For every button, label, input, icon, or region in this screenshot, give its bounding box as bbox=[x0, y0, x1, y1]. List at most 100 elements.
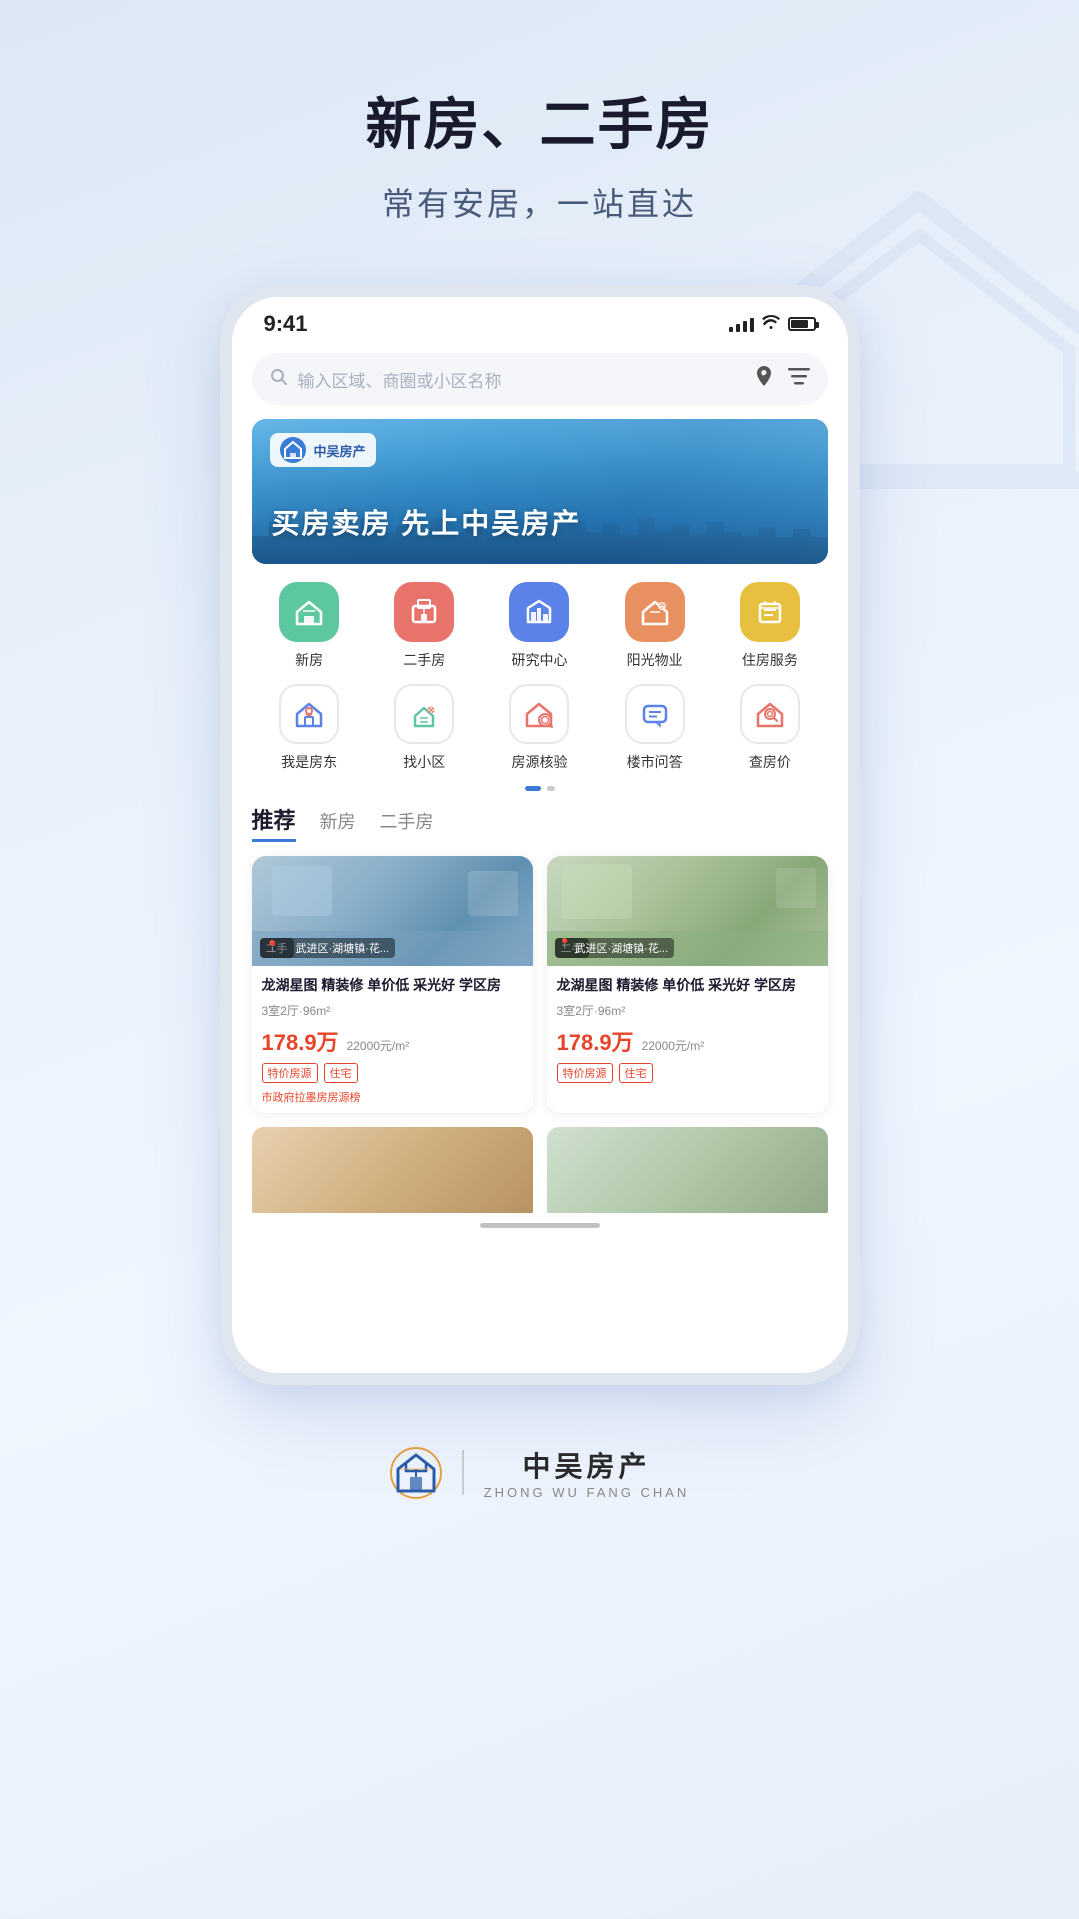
card-1-tag-1: 特价房源 bbox=[262, 1063, 318, 1083]
card-1-body: 龙湖星图 精装修 单价低 采光好 学区房 3室2厅·96m² 178.9万 22… bbox=[252, 966, 533, 1113]
nav-icon-market-qa[interactable]: 楼市问答 bbox=[605, 684, 705, 772]
nav-icon-second-hand[interactable]: 二手房 bbox=[374, 582, 474, 670]
banner-logo: 中吴房产 bbox=[270, 433, 376, 467]
nav-icon-market-qa-label: 楼市问答 bbox=[627, 752, 683, 772]
hero-title: 新房、二手房 bbox=[366, 80, 714, 161]
search-right-icons bbox=[754, 365, 810, 393]
nav-icon-sunshine-circle bbox=[625, 582, 685, 642]
cards-row-partial bbox=[232, 1113, 848, 1213]
nav-icon-sunshine-label: 阳光物业 bbox=[627, 650, 683, 670]
hero-subtitle: 常有安居，一站直达 bbox=[382, 179, 697, 225]
nav-icon-find-community-label: 找小区 bbox=[403, 752, 445, 772]
nav-icon-landlord-label: 我是房东 bbox=[281, 752, 337, 772]
card-2-price-row: 178.9万 22000元/m² bbox=[557, 1025, 818, 1057]
nav-icon-new-house-circle bbox=[279, 582, 339, 642]
dot-inactive bbox=[547, 786, 555, 791]
search-placeholder-text: 输入区域、商圈或小区名称 bbox=[298, 367, 744, 392]
nav-icon-second-hand-label: 二手房 bbox=[403, 650, 445, 670]
status-icons bbox=[729, 315, 816, 334]
phone-frame: 9:41 输入区域、商圈或小区名称 bbox=[220, 285, 860, 1385]
banner-logo-text: 中吴房产 bbox=[314, 441, 366, 460]
icon-row-2: 我是房东 找小区 房源核验 bbox=[252, 684, 828, 772]
card-1-note: 市政府拉墨房房源榜 bbox=[262, 1089, 523, 1105]
nav-icon-verify-source-label: 房源核验 bbox=[511, 752, 567, 772]
card-2-unit: 22000元/m² bbox=[642, 1037, 705, 1054]
card-image-2: 二手 📍武进区·湖塘镇·花... bbox=[547, 856, 828, 966]
card-2-tags: 特价房源 住宅 bbox=[557, 1063, 818, 1083]
nav-icon-housing-service[interactable]: 住房服务 bbox=[720, 582, 820, 670]
tab-recommend[interactable]: 推荐 bbox=[252, 803, 296, 842]
nav-icon-find-community[interactable]: 找小区 bbox=[374, 684, 474, 772]
banner[interactable]: 中吴房产 买房卖房 先上中吴房产 bbox=[252, 419, 828, 564]
nav-icon-housing-service-label: 住房服务 bbox=[742, 650, 798, 670]
pagination-dots bbox=[232, 786, 848, 791]
tab-new-house[interactable]: 新房 bbox=[320, 808, 356, 838]
location-icon[interactable] bbox=[754, 365, 774, 393]
nav-icon-check-price[interactable]: 查房价 bbox=[720, 684, 820, 772]
footer-brand-cn: 中吴房产 bbox=[522, 1445, 650, 1485]
card-1-tag-2: 住宅 bbox=[324, 1063, 358, 1083]
card-image-1: 二手 📍武进区·湖塘镇·花... bbox=[252, 856, 533, 966]
tab-second-hand[interactable]: 二手房 bbox=[380, 808, 434, 838]
nav-icon-market-qa-circle bbox=[625, 684, 685, 744]
nav-icon-research[interactable]: 研究中心 bbox=[489, 582, 589, 670]
signal-icon bbox=[729, 316, 754, 332]
nav-icon-research-label: 研究中心 bbox=[511, 650, 567, 670]
nav-icon-find-community-circle bbox=[394, 684, 454, 744]
footer-brand-en: ZHONG WU FANG CHAN bbox=[484, 1485, 690, 1500]
dot-active bbox=[525, 786, 541, 791]
partial-card-2 bbox=[547, 1127, 828, 1213]
property-card-2[interactable]: 二手 📍武进区·湖塘镇·花... 龙湖星图 精装修 单价低 采光好 学区房 3室… bbox=[547, 856, 828, 1113]
hero-section: 新房、二手房 常有安居，一站直达 bbox=[0, 0, 1079, 225]
nav-icon-second-hand-circle bbox=[394, 582, 454, 642]
status-time: 9:41 bbox=[264, 311, 308, 337]
card-1-unit: 22000元/m² bbox=[347, 1037, 410, 1054]
card-1-specs: 3室2厅·96m² bbox=[262, 1002, 523, 1019]
icon-row-1: 新房 二手房 研究中心 bbox=[252, 582, 828, 670]
footer-divider bbox=[462, 1450, 464, 1495]
tabs-section: 推荐 新房 二手房 bbox=[232, 803, 848, 842]
footer-logo-svg bbox=[390, 1447, 442, 1499]
nav-icon-landlord[interactable]: 我是房东 bbox=[259, 684, 359, 772]
nav-icon-check-price-circle bbox=[740, 684, 800, 744]
nav-icon-research-circle bbox=[509, 582, 569, 642]
status-bar: 9:41 bbox=[232, 297, 848, 345]
nav-icon-sunshine[interactable]: 阳光物业 bbox=[605, 582, 705, 670]
search-icon bbox=[270, 368, 288, 391]
nav-icon-housing-service-circle bbox=[740, 582, 800, 642]
banner-slogan: 买房卖房 先上中吴房产 bbox=[272, 502, 808, 542]
phone-mockup: 9:41 输入区域、商圈或小区名称 bbox=[220, 285, 860, 1385]
footer-logo: 中吴房产 ZHONG WU FANG CHAN bbox=[390, 1445, 690, 1500]
nav-icon-verify-source-circle bbox=[509, 684, 569, 744]
card-2-tag-1: 特价房源 bbox=[557, 1063, 613, 1083]
card-2-body: 龙湖星图 精装修 单价低 采光好 学区房 3室2厅·96m² 178.9万 22… bbox=[547, 966, 828, 1091]
nav-icon-check-price-label: 查房价 bbox=[749, 752, 791, 772]
card-2-location: 📍武进区·湖塘镇·花... bbox=[555, 938, 675, 958]
card-1-location: 📍武进区·湖塘镇·花... bbox=[260, 938, 396, 958]
card-2-title: 龙湖星图 精装修 单价低 采光好 学区房 bbox=[557, 976, 818, 996]
property-cards-row: 二手 📍武进区·湖塘镇·花... 龙湖星图 精装修 单价低 采光好 学区房 3室… bbox=[232, 856, 848, 1113]
menu-icon[interactable] bbox=[788, 367, 810, 391]
nav-icon-landlord-circle bbox=[279, 684, 339, 744]
nav-icon-new-house[interactable]: 新房 bbox=[259, 582, 359, 670]
card-2-tag-2: 住宅 bbox=[619, 1063, 653, 1083]
banner-logo-icon bbox=[280, 437, 306, 463]
search-bar[interactable]: 输入区域、商圈或小区名称 bbox=[252, 353, 828, 405]
nav-icon-new-house-label: 新房 bbox=[295, 650, 323, 670]
card-2-specs: 3室2厅·96m² bbox=[557, 1002, 818, 1019]
wifi-icon bbox=[762, 315, 780, 334]
card-1-title: 龙湖星图 精装修 单价低 采光好 学区房 bbox=[262, 976, 523, 996]
card-1-price-row: 178.9万 22000元/m² bbox=[262, 1025, 523, 1057]
footer-logo-text: 中吴房产 ZHONG WU FANG CHAN bbox=[484, 1445, 690, 1500]
card-1-price: 178.9万 bbox=[262, 1025, 339, 1057]
page-footer: 中吴房产 ZHONG WU FANG CHAN bbox=[390, 1445, 690, 1560]
battery-icon bbox=[788, 317, 816, 331]
partial-card-1 bbox=[252, 1127, 533, 1213]
icon-grid: 新房 二手房 研究中心 bbox=[232, 564, 848, 772]
tabs-header: 推荐 新房 二手房 bbox=[252, 803, 828, 842]
scroll-indicator bbox=[232, 1213, 848, 1236]
card-1-tags: 特价房源 住宅 bbox=[262, 1063, 523, 1083]
nav-icon-verify-source[interactable]: 房源核验 bbox=[489, 684, 589, 772]
card-2-price: 178.9万 bbox=[557, 1025, 634, 1057]
property-card-1[interactable]: 二手 📍武进区·湖塘镇·花... 龙湖星图 精装修 单价低 采光好 学区房 3室… bbox=[252, 856, 533, 1113]
